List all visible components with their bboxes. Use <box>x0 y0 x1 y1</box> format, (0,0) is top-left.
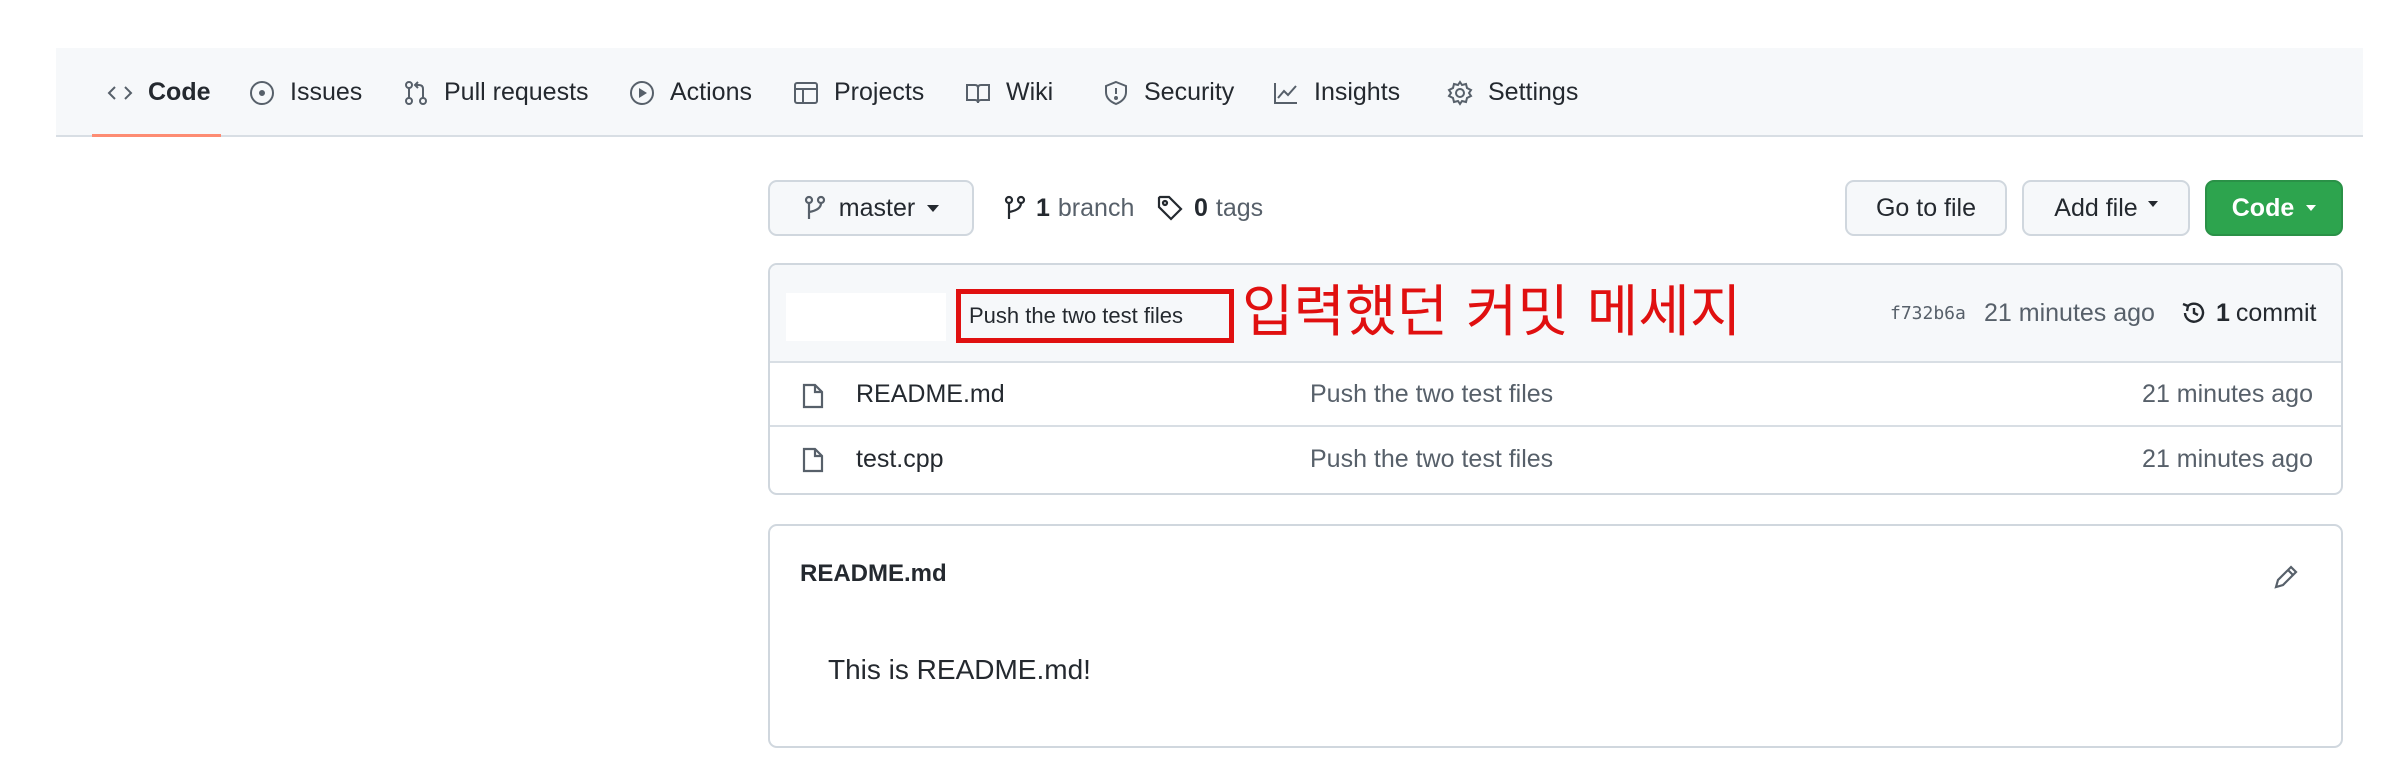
repo-nav: Code Issues Pull requests Actions Projec… <box>56 48 2363 137</box>
play-icon <box>630 80 654 105</box>
chevron-down-icon <box>927 204 940 212</box>
commit-count-label: commit <box>2235 299 2317 327</box>
tab-actions-label: Actions <box>670 78 752 106</box>
tab-issues[interactable]: Issues <box>248 48 362 137</box>
commit-sha[interactable]: f732b6a <box>1890 297 1966 331</box>
branch-count-link[interactable]: 1 branch <box>1004 180 1134 236</box>
tag-count: 0 <box>1194 193 1208 222</box>
chevron-down-icon <box>2147 201 2158 207</box>
code-icon <box>107 85 133 100</box>
selected-tab-underline <box>92 134 221 137</box>
history-icon <box>2182 302 2205 323</box>
latest-commit-message[interactable]: Push the two test files <box>956 289 1234 343</box>
tab-security-label: Security <box>1144 78 1235 106</box>
go-to-file-label: Go to file <box>1875 193 1977 222</box>
book-icon <box>966 83 990 103</box>
file-listing: Push the two test files 입력했던 커밋 메세지 f732… <box>768 263 2343 495</box>
code-button-label: Code <box>2231 193 2295 222</box>
gear-icon <box>1447 79 1473 106</box>
readme-title[interactable]: README.md <box>800 560 947 588</box>
file-commit-message[interactable]: Push the two test files <box>1310 445 1553 474</box>
file-icon <box>802 447 824 480</box>
tab-code-label: Code <box>148 78 211 106</box>
tab-insights[interactable]: Insights <box>1272 48 1400 137</box>
tab-insights-label: Insights <box>1314 78 1401 106</box>
branch-count-label: branch <box>1057 193 1135 222</box>
commit-age: 21 minutes ago <box>1984 299 2155 327</box>
latest-commit-message-text: Push the two test files <box>969 303 1183 328</box>
file-name[interactable]: README.md <box>856 380 1005 409</box>
file-age: 21 minutes ago <box>2142 379 2313 408</box>
table-icon <box>794 81 818 104</box>
chevron-down-icon <box>2306 205 2317 211</box>
author-redacted <box>786 293 946 341</box>
tab-pull-requests[interactable]: Pull requests <box>402 48 589 137</box>
tab-settings[interactable]: Settings <box>1446 48 1578 137</box>
branch-count: 1 <box>1036 193 1050 222</box>
tab-settings-label: Settings <box>1488 78 1579 106</box>
latest-commit-bar: Push the two test files 입력했던 커밋 메세지 f732… <box>770 265 2341 363</box>
branch-icon <box>1004 195 1026 219</box>
add-file-button[interactable]: Add file <box>2022 180 2190 236</box>
go-to-file-button[interactable]: Go to file <box>1845 180 2007 236</box>
commit-history-link[interactable]: 1 commit <box>2180 295 2316 331</box>
tag-count-link[interactable]: 0 tags <box>1156 180 1263 236</box>
file-row: README.md Push the two test files 21 min… <box>770 363 2341 427</box>
code-dropdown-button[interactable]: Code <box>2205 180 2343 236</box>
issue-icon <box>250 80 274 105</box>
annotation-label: 입력했던 커밋 메세지 <box>1242 280 1742 345</box>
file-row: test.cpp Push the two test files 21 minu… <box>770 427 2341 491</box>
file-name[interactable]: test.cpp <box>856 445 944 474</box>
tab-projects[interactable]: Projects <box>792 48 924 137</box>
tab-actions[interactable]: Actions <box>628 48 752 137</box>
tag-count-label: tags <box>1215 193 1264 222</box>
edit-readme-button[interactable] <box>2271 562 2301 597</box>
branch-selector-button[interactable]: master <box>768 180 974 236</box>
tab-security[interactable]: Security <box>1102 48 1234 137</box>
tag-icon <box>1157 195 1183 221</box>
tab-projects-label: Projects <box>834 78 925 106</box>
add-file-label: Add file <box>2054 193 2138 222</box>
graph-icon <box>1274 82 1297 104</box>
shield-icon <box>1105 80 1127 105</box>
branch-selector-label: master <box>838 193 916 222</box>
file-icon <box>802 383 824 416</box>
tab-issues-label: Issues <box>290 78 363 106</box>
pull-request-icon <box>405 80 427 105</box>
pencil-icon <box>2274 565 2298 589</box>
commit-count: 1 <box>2216 299 2230 327</box>
tab-pull-requests-label: Pull requests <box>444 78 589 106</box>
tab-code[interactable]: Code <box>106 48 211 137</box>
readme-panel: README.md This is README.md! <box>768 524 2343 748</box>
tab-wiki[interactable]: Wiki <box>964 48 1053 137</box>
branch-icon <box>804 195 825 219</box>
readme-content: This is README.md! <box>828 654 1091 685</box>
file-age: 21 minutes ago <box>2142 444 2313 473</box>
file-commit-message[interactable]: Push the two test files <box>1310 380 1553 409</box>
tab-wiki-label: Wiki <box>1006 78 1054 106</box>
